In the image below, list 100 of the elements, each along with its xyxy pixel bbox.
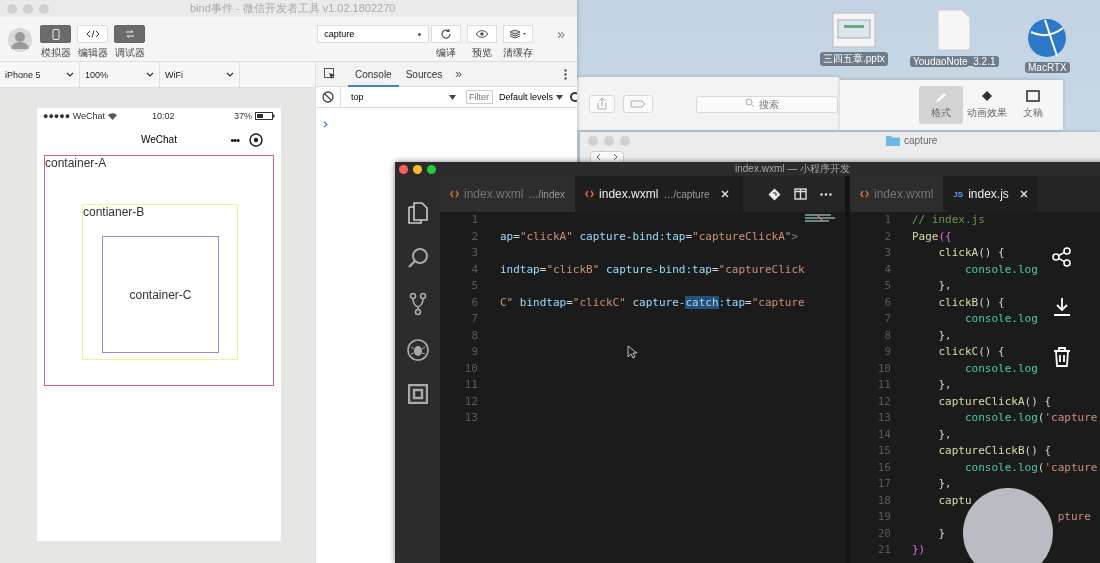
container-label: container-A — [45, 156, 108, 170]
device-select[interactable]: WiFi — [160, 62, 240, 87]
block-icon[interactable] — [321, 91, 334, 103]
line-number: 10 — [876, 360, 891, 377]
more-button[interactable]: » — [455, 67, 463, 81]
carrier-label: ●●●●● WeChat — [43, 111, 106, 121]
code-line: captureClickB() { — [937, 443, 1052, 459]
search-field[interactable]: 搜索 — [696, 96, 838, 113]
file-label[interactable]: YoudaoNote_3.2.1 — [910, 56, 999, 67]
diamond-arrow-icon[interactable] — [768, 187, 781, 201]
more-button[interactable]: » — [557, 26, 565, 42]
editor-tab[interactable]: JS index.js — [943, 176, 1038, 212]
code-brackets-icon — [450, 190, 459, 198]
device-select[interactable]: 100% — [80, 62, 160, 87]
chevron-down-icon — [146, 72, 154, 77]
close-icon[interactable] — [720, 190, 729, 198]
line-number: 6 — [883, 294, 891, 311]
target-icon[interactable] — [249, 132, 263, 147]
line-number: 12 — [463, 393, 478, 410]
folder-icon — [886, 135, 900, 146]
wifi-icon — [108, 112, 118, 120]
code-line: console.log('capture — [963, 459, 1098, 476]
line-number: 12 — [876, 393, 891, 410]
code-line: clickC() { — [937, 344, 1005, 360]
editor-tab[interactable]: index.wxml …/capture — [575, 176, 744, 212]
bug-icon[interactable] — [406, 339, 429, 361]
page-title: WeChat — [141, 134, 177, 145]
line-number: 2 — [470, 228, 478, 245]
line-number: 6 — [470, 294, 478, 311]
toolbar-button[interactable]: 格式 — [919, 86, 963, 124]
window-title: capture — [904, 135, 938, 146]
context-select[interactable]: top — [339, 87, 460, 107]
code-line: console.log — [963, 261, 1038, 278]
levels-select[interactable]: Default levels — [498, 92, 563, 102]
line-number: 3 — [470, 245, 478, 261]
code-line: ap="clickA" capture-bind:tap="captureClickA"> — [500, 228, 799, 245]
code-line: Page({ — [912, 228, 952, 245]
device-select[interactable]: iPhone 5 — [0, 62, 80, 87]
code-line: }) — [912, 542, 926, 558]
line-number: 2 — [883, 228, 891, 245]
code-brackets-icon — [585, 190, 595, 198]
toolbar-button[interactable]: 动画效果 — [965, 86, 1009, 124]
code-line: console.log — [963, 360, 1038, 377]
diamond-icon — [980, 90, 994, 102]
line-number: 7 — [883, 311, 891, 327]
line-number: 4 — [883, 261, 891, 278]
container-label: contianer-B — [83, 205, 146, 219]
line-number: 20 — [876, 525, 891, 542]
more-icon[interactable] — [820, 192, 832, 196]
container-box[interactable]: container-A contianer-B container-C — [44, 155, 274, 386]
layers-icon — [509, 29, 528, 39]
line-number: 1 — [470, 212, 478, 228]
branch-icon[interactable] — [408, 292, 427, 316]
container-box[interactable]: container-C — [102, 236, 219, 353]
file-label[interactable]: 三四五章.pptx — [820, 52, 888, 66]
refresh-icon — [440, 28, 453, 40]
line-number: 13 — [876, 410, 891, 426]
prompt-chevron-icon[interactable] — [322, 121, 328, 128]
code-line: } — [937, 525, 946, 542]
download-icon[interactable] — [1052, 297, 1072, 317]
avatar-icon[interactable] — [8, 28, 32, 52]
file-label[interactable]: MacRTX — [1025, 62, 1070, 73]
line-number: 14 — [876, 426, 891, 443]
split-editor-icon[interactable] — [794, 188, 807, 200]
code-line: }, — [937, 426, 952, 443]
battery-percent: 37% — [234, 111, 252, 121]
toolbar-button[interactable]: 文稿 — [1011, 86, 1055, 124]
debugger-tab[interactable]: Sources — [398, 63, 450, 87]
container-box[interactable]: contianer-B container-C — [82, 204, 238, 360]
extensions-icon[interactable] — [407, 384, 428, 404]
close-icon[interactable] — [1019, 190, 1028, 198]
code-line: console.log('capture — [963, 410, 1098, 426]
filter-field[interactable]: Filter — [465, 90, 493, 104]
line-number: 15 — [876, 443, 891, 459]
code-line: }, — [937, 377, 952, 393]
dropdown-icon — [417, 31, 423, 37]
trash-icon[interactable] — [1053, 347, 1071, 367]
search-icon[interactable] — [406, 247, 429, 269]
debugger-tab[interactable]: Console — [347, 63, 399, 87]
code-line: clickB() { — [937, 294, 1005, 311]
menu-button[interactable]: ••• — [230, 133, 239, 146]
container-label: container-C — [129, 287, 192, 302]
dropdown-icon — [556, 94, 563, 100]
clock-label: 10:02 — [152, 111, 175, 121]
phone-icon — [51, 28, 60, 40]
globe-icon[interactable] — [1027, 18, 1068, 58]
share-icon[interactable] — [1052, 247, 1072, 267]
kebab-menu-icon[interactable] — [564, 68, 567, 80]
chevron-down-icon — [66, 72, 74, 77]
project-select[interactable]: capture — [317, 25, 430, 43]
editor-tab[interactable]: index.wxml …/index — [440, 176, 576, 212]
code-icon — [85, 30, 100, 38]
line-number: 8 — [470, 327, 478, 344]
files-icon[interactable] — [407, 202, 428, 224]
line-number: 16 — [876, 459, 891, 476]
inspect-icon[interactable] — [323, 68, 336, 80]
line-number: 13 — [463, 410, 478, 426]
back-forward-icon[interactable] — [590, 151, 624, 163]
code-line: console.log — [963, 311, 1038, 327]
code-line: indtap="clickB" capture-bind:tap="captureClick — [500, 261, 805, 278]
